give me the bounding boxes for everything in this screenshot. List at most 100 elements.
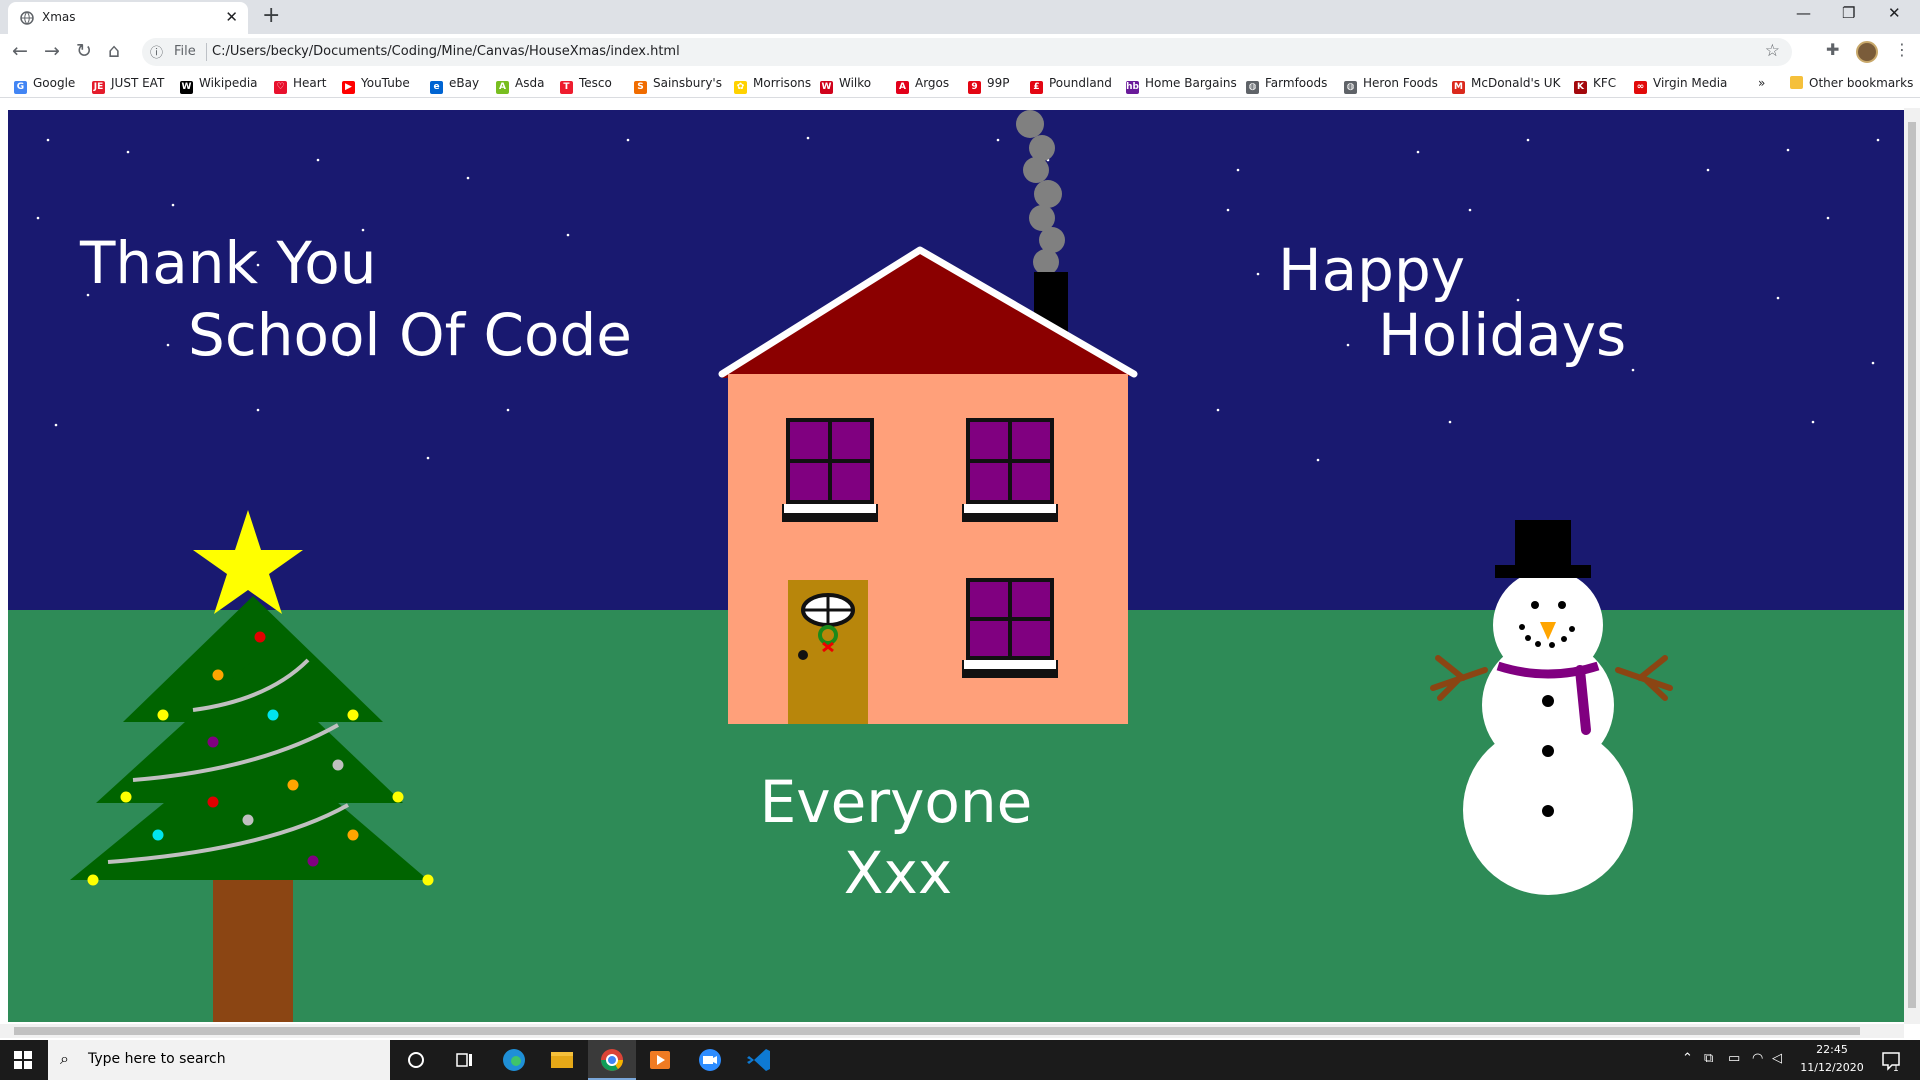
bookmark-99p[interactable]: 9 99P <box>968 76 1010 94</box>
window-close-button[interactable]: ✕ <box>1888 4 1901 22</box>
bookmark-label: KFC <box>1593 76 1617 90</box>
greeting-holidays: Holidays <box>1378 301 1626 369</box>
search-icon: ⌕ <box>60 1049 69 1068</box>
bookmark-star-icon[interactable]: ☆ <box>1765 41 1780 61</box>
bookmark-youtube[interactable]: ▶ YouTube <box>342 76 410 94</box>
bookmark-favicon-icon: ♡ <box>274 81 287 94</box>
bookmark-tesco[interactable]: T Tesco <box>560 76 612 94</box>
tree-ornament <box>347 709 359 721</box>
windows-start-icon[interactable] <box>14 1051 32 1069</box>
folder-icon <box>551 1052 573 1068</box>
notifications-count: 1 <box>1893 1064 1899 1072</box>
sky-star <box>1526 138 1530 142</box>
sky-star <box>1346 343 1350 347</box>
site-info-icon[interactable]: ⓘ <box>150 42 163 61</box>
tab-close-icon[interactable]: ✕ <box>225 8 238 26</box>
bookmark-farmfoods[interactable]: ◍ Farmfoods <box>1246 76 1327 94</box>
bookmark-favicon-icon: S <box>634 81 647 94</box>
bookmark-label: Morrisons <box>753 76 812 90</box>
address-bar[interactable]: ⓘ File C:/Users/becky/Documents/Coding/M… <box>142 38 1792 66</box>
bookmark-label: Virgin Media <box>1653 76 1728 90</box>
sky-star <box>166 343 170 347</box>
bookmark-favicon-icon: ◍ <box>1344 81 1357 94</box>
bookmark-morrisons[interactable]: ✿ Morrisons <box>734 76 811 94</box>
minimize-button[interactable]: — <box>1796 4 1811 22</box>
taskbar-chrome[interactable] <box>588 1040 636 1080</box>
taskbar-file-explorer[interactable] <box>538 1040 586 1080</box>
notifications-icon[interactable]: 1 <box>1880 1050 1902 1072</box>
sky-star <box>806 136 810 140</box>
url-text[interactable]: C:/Users/becky/Documents/Coding/Mine/Can… <box>212 44 680 59</box>
sky-star <box>1631 368 1635 372</box>
sky-star <box>126 150 130 154</box>
bookmark-argos[interactable]: A Argos <box>896 76 949 94</box>
cortana-button[interactable] <box>392 1040 440 1080</box>
task-view-button[interactable] <box>440 1040 488 1080</box>
edge-icon <box>503 1049 525 1071</box>
other-bookmarks-folder[interactable]: Other bookmarks <box>1790 76 1913 90</box>
bookmark-wikipedia[interactable]: W Wikipedia <box>180 76 258 94</box>
restore-button[interactable]: ❐ <box>1842 4 1855 22</box>
sky-star <box>36 216 40 220</box>
xmas-canvas: Thank You School Of Code Happy Holidays … <box>8 110 1904 1022</box>
bookmark-kfc[interactable]: K KFC <box>1574 76 1616 94</box>
tree-ornament <box>87 874 99 886</box>
tray-volume-icon[interactable]: ◁ <box>1772 1051 1782 1066</box>
bookmark-poundland[interactable]: £ Poundland <box>1030 76 1112 94</box>
bookmark-sainsbury-s[interactable]: S Sainsbury's <box>634 76 722 94</box>
chrome-menu-icon[interactable]: ⋮ <box>1894 40 1910 59</box>
tray-battery-icon[interactable]: ▭ <box>1728 1051 1740 1066</box>
sky-star <box>506 408 510 412</box>
bookmarks-overflow-button[interactable]: » <box>1758 76 1765 90</box>
sky-star <box>996 138 1000 142</box>
tree-ornament <box>332 759 344 771</box>
bookmark-home-bargains[interactable]: hb Home Bargains <box>1126 76 1237 94</box>
bookmark-label: Argos <box>915 76 950 90</box>
bookmark-favicon-icon: M <box>1452 81 1465 94</box>
home-button[interactable]: ⌂ <box>108 40 120 62</box>
bookmark-just-eat[interactable]: JE JUST EAT <box>92 76 164 94</box>
clock-time[interactable]: 22:45 <box>1786 1043 1878 1056</box>
new-tab-button[interactable]: + <box>262 3 280 28</box>
bookmark-favicon-icon: JE <box>92 81 105 94</box>
tray-wifi-icon[interactable]: ◠ <box>1752 1051 1763 1066</box>
bookmark-favicon-icon: W <box>820 81 833 94</box>
vertical-scrollbar[interactable] <box>1904 108 1920 1024</box>
profile-avatar[interactable] <box>1856 41 1878 63</box>
bookmark-favicon-icon: e <box>430 81 443 94</box>
taskbar-vscode[interactable] <box>736 1040 784 1080</box>
tree-ornament <box>287 779 299 791</box>
tree-ornament <box>392 791 404 803</box>
taskbar-edge[interactable] <box>490 1040 538 1080</box>
tab-xmas[interactable]: Xmas ✕ <box>8 2 248 34</box>
bookmark-google[interactable]: G Google <box>14 76 75 94</box>
bookmark-favicon-icon: 9 <box>968 81 981 94</box>
clock-date[interactable]: 11/12/2020 <box>1786 1061 1878 1074</box>
tab-title: Xmas <box>42 10 76 24</box>
bookmark-heart[interactable]: ♡ Heart <box>274 76 326 94</box>
vertical-scroll-thumb[interactable] <box>1908 122 1916 1008</box>
bookmark-mcdonald-s-uk[interactable]: M McDonald's UK <box>1452 76 1560 94</box>
bookmark-favicon-icon: K <box>1574 81 1587 94</box>
extensions-puzzle-icon[interactable]: ✚ <box>1826 40 1839 59</box>
bookmark-wilko[interactable]: W Wilko <box>820 76 871 94</box>
horizontal-scrollbar[interactable] <box>0 1024 1904 1038</box>
bookmark-ebay[interactable]: e eBay <box>430 76 479 94</box>
taskbar-zoom[interactable] <box>686 1040 734 1080</box>
taskbar-search-box[interactable]: ⌕ Type here to search <box>48 1040 390 1080</box>
bookmark-label: Heron Foods <box>1363 76 1438 90</box>
reload-button[interactable]: ↻ <box>76 40 92 62</box>
forward-button[interactable]: → <box>44 40 60 62</box>
back-button[interactable]: ← <box>12 40 28 62</box>
sky-star <box>46 138 50 142</box>
sky-star <box>466 176 470 180</box>
tray-overflow-chevron-icon[interactable]: ⌃ <box>1682 1051 1693 1066</box>
tree-ornament <box>120 791 132 803</box>
bookmark-virgin-media[interactable]: ∞ Virgin Media <box>1634 76 1727 94</box>
bookmark-asda[interactable]: A Asda <box>496 76 544 94</box>
taskbar-video-player[interactable] <box>636 1040 684 1080</box>
bookmark-heron-foods[interactable]: ◍ Heron Foods <box>1344 76 1438 94</box>
tray-meet-icon[interactable]: ⧉ <box>1704 1051 1713 1066</box>
horizontal-scroll-thumb[interactable] <box>14 1027 1860 1035</box>
sky-star <box>1316 458 1320 462</box>
